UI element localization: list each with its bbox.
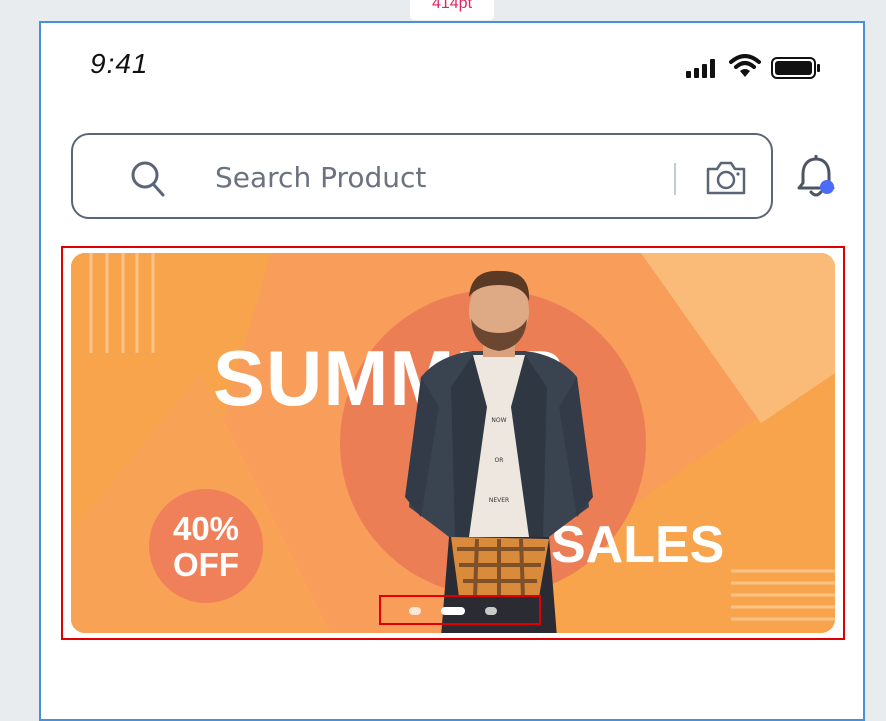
search-icon[interactable] [129, 159, 167, 199]
discount-badge: 40% OFF [149, 489, 263, 603]
model-photo: NOW OR NEVER [405, 270, 593, 633]
shirt-text-or: OR [495, 457, 504, 464]
notification-dot [820, 180, 834, 194]
search-bar [71, 133, 773, 219]
shirt-text-now: NOW [491, 417, 506, 424]
status-time: 9:41 [90, 48, 149, 79]
discount-percent: 40% [172, 510, 240, 547]
shirt-text-never: NEVER [489, 497, 509, 504]
wifi-icon [729, 54, 761, 77]
cellular-signal-icon [686, 58, 720, 78]
discount-off: OFF [173, 546, 239, 583]
battery-icon [771, 57, 820, 79]
frame-width-label: 414pt [410, 0, 494, 20]
search-input[interactable] [213, 155, 657, 199]
carousel-dot[interactable] [485, 607, 497, 615]
promo-banner[interactable]: SUMMER SALES 40% OFF NOW OR NEVER [71, 253, 835, 633]
carousel-dot[interactable] [409, 607, 421, 615]
camera-icon[interactable] [704, 159, 748, 197]
search-divider [674, 163, 676, 195]
carousel-dot-active[interactable] [441, 607, 465, 615]
